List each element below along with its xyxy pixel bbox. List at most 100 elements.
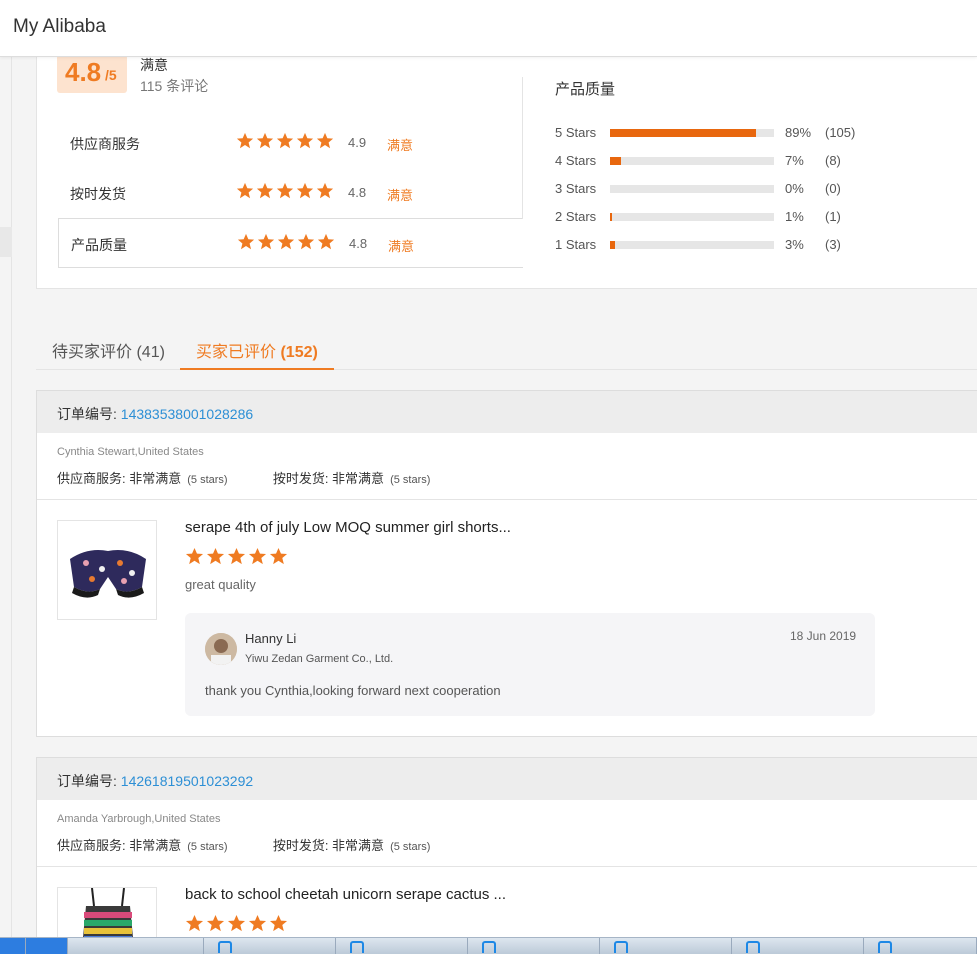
app-icon [614, 941, 628, 953]
distribution-row-4: 4 Stars 7% (8) [555, 152, 975, 170]
app-icon [746, 941, 760, 953]
divider [37, 499, 977, 500]
service-stars: (5 stars) [187, 841, 228, 853]
star-icon [256, 182, 274, 199]
avatar-image [205, 633, 237, 665]
order-header: 订单编号: 14261819501023292 [37, 758, 977, 800]
distribution-label: 3 Stars [555, 181, 597, 196]
distribution-fill [610, 129, 756, 137]
star-icon [276, 182, 294, 199]
buyer-comment: great quality [185, 577, 256, 592]
tab-count: (152) [280, 344, 318, 361]
order-number-label: 订单编号: 14261819501023292 [57, 771, 253, 791]
buyer-name: Amanda Yarbrough,United States [57, 813, 221, 825]
order-ratings: 供应商服务: 非常满意 (5 stars) 按时发货: 非常满意 (5 stars) [57, 468, 430, 487]
star-icon [277, 233, 295, 250]
delivery-stars: (5 stars) [390, 474, 431, 486]
distribution-track [610, 213, 774, 221]
rating-summary: 4.8 /5 满意 115 条评论 供应商服务 4.9 满意 按时发货 4.8 … [36, 57, 977, 289]
shorts-image [70, 550, 146, 598]
order-label: 订单编号: [57, 406, 117, 422]
star-icon [257, 233, 275, 250]
metric-supplier-service[interactable]: 供应商服务 4.9 满意 [58, 118, 523, 168]
star-icon [236, 132, 254, 149]
star-icon [227, 547, 246, 565]
star-icon [185, 914, 204, 932]
order-number-label: 订单编号: 14383538001028286 [57, 404, 253, 424]
tab-pending-reviews[interactable]: 待买家评价 (41) [52, 338, 165, 370]
star-icon [296, 132, 314, 149]
tab-reviewed[interactable]: 买家已评价 (152) [180, 338, 334, 370]
product-title-link[interactable]: serape 4th of july Low MOQ summer girl s… [185, 519, 545, 536]
distribution-track [610, 157, 774, 165]
distribution-count: (105) [825, 125, 856, 140]
product-thumbnail[interactable] [57, 520, 157, 620]
star-icon [269, 914, 288, 932]
supplier-reply: Hanny Li Yiwu Zedan Garment Co., Ltd. 18… [185, 613, 875, 716]
reply-company: Yiwu Zedan Garment Co., Ltd. [245, 653, 394, 665]
taskbar-item[interactable] [204, 938, 336, 954]
distribution-count: (0) [825, 181, 841, 196]
tab-count: (41) [136, 344, 165, 361]
overall-satisfaction: 满意 [140, 57, 168, 73]
metric-status: 满意 [387, 138, 414, 153]
overall-score-badge: 4.8 /5 [57, 57, 127, 93]
app-icon [350, 941, 364, 953]
top-image [83, 888, 133, 937]
taskbar-item[interactable] [68, 938, 204, 954]
sidebar-active-marker [0, 227, 12, 257]
distribution-track [610, 185, 774, 193]
star-icon [276, 132, 294, 149]
star-icon [185, 547, 204, 565]
order-number-link[interactable]: 14383538001028286 [121, 406, 253, 422]
distribution-row-1: 1 Stars 3% (3) [555, 236, 975, 254]
star-icon [227, 914, 246, 932]
star-icon [206, 914, 225, 932]
start-button[interactable] [0, 938, 26, 954]
distribution-row-5: 5 Stars 89% (105) [555, 124, 975, 142]
taskbar-item[interactable] [26, 938, 68, 954]
product-title-link[interactable]: back to school cheetah unicorn serape ca… [185, 886, 545, 903]
star-icon [316, 182, 334, 199]
distribution-percent: 1% [785, 209, 804, 224]
reply-author: Hanny Li [245, 631, 297, 646]
app-icon [482, 941, 496, 953]
star-icon [296, 182, 314, 199]
taskbar-item[interactable] [600, 938, 732, 954]
star-icon [317, 233, 335, 250]
top-bar: My Alibaba [0, 0, 977, 57]
taskbar-item[interactable] [864, 938, 977, 954]
distribution-count: (8) [825, 153, 841, 168]
review-count: 115 条评论 [140, 78, 209, 94]
distribution-count: (1) [825, 209, 841, 224]
taskbar-item[interactable] [732, 938, 864, 954]
avatar [205, 633, 237, 665]
star-icon [256, 132, 274, 149]
distribution-track [610, 129, 774, 137]
star-icon [269, 547, 288, 565]
order-review-card: 订单编号: 14261819501023292 Amanda Yarbrough… [36, 757, 977, 937]
distribution-row-3: 3 Stars 0% (0) [555, 180, 975, 198]
overall-score: 4.8 [65, 57, 102, 87]
star-icon [206, 547, 225, 565]
order-number-link[interactable]: 14261819501023292 [121, 773, 253, 789]
order-ratings: 供应商服务: 非常满意 (5 stars) 按时发货: 非常满意 (5 stars) [57, 835, 430, 854]
product-thumbnail[interactable] [57, 887, 157, 937]
taskbar-item[interactable] [336, 938, 468, 954]
metric-stars [236, 182, 334, 202]
review-tabs: 待买家评价 (41) 买家已评价 (152) [36, 320, 977, 370]
product-rating-stars [185, 914, 288, 933]
metric-label: 产品质量 [71, 237, 127, 253]
distribution-count: (3) [825, 237, 841, 252]
product-rating-stars [185, 547, 288, 566]
app-icon [878, 941, 892, 953]
metric-product-quality[interactable]: 产品质量 4.8 满意 [58, 218, 523, 268]
metric-on-time-delivery[interactable]: 按时发货 4.8 满意 [58, 168, 523, 218]
summary-divider [522, 77, 523, 219]
taskbar-item[interactable] [468, 938, 600, 954]
distribution-label: 1 Stars [555, 237, 597, 252]
metric-value: 4.8 [348, 185, 367, 200]
distribution-percent: 7% [785, 153, 804, 168]
metric-label: 按时发货 [70, 186, 126, 202]
star-icon [236, 182, 254, 199]
